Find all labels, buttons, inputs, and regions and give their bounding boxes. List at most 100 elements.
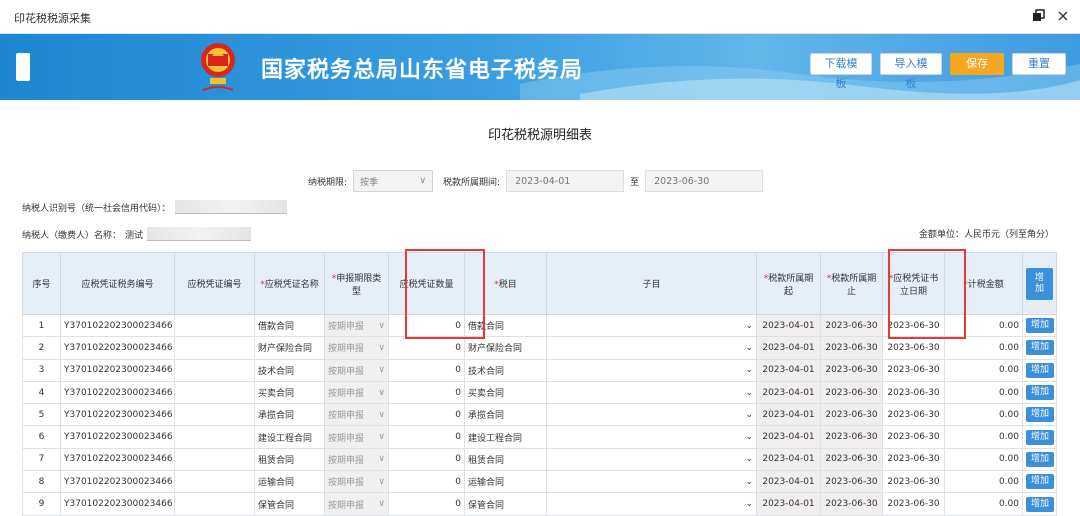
row-tax-item[interactable]: 保管合同 bbox=[464, 492, 547, 516]
row-tax-item[interactable]: 技术合同 bbox=[464, 358, 547, 382]
row-period-end[interactable]: 2023-06-30 bbox=[820, 470, 883, 494]
end-date-field[interactable]: 2023-06-30 bbox=[645, 170, 764, 192]
row-declare-type-select[interactable]: 按期申报 ∨ bbox=[324, 492, 389, 516]
row-voucher-tax-no[interactable]: Y370102202300023466 bbox=[60, 358, 175, 382]
row-voucher-qty[interactable]: 0 bbox=[388, 470, 465, 494]
row-sub-item-select[interactable]: ⌄ bbox=[546, 470, 757, 494]
row-voucher-date[interactable]: 2023-06-30 bbox=[882, 447, 945, 472]
row-tax-item[interactable]: 借款合同 bbox=[464, 313, 547, 338]
row-voucher-date[interactable]: 2023-06-30 bbox=[882, 425, 945, 449]
row-voucher-qty[interactable]: 0 bbox=[388, 403, 465, 427]
add-row-button[interactable]: 增加 bbox=[1026, 496, 1055, 512]
row-voucher-tax-no[interactable]: Y370102202300023466 bbox=[60, 336, 175, 360]
row-declare-type-select[interactable]: 按期申报 ∨ bbox=[324, 380, 389, 405]
row-period-start[interactable]: 2023-04-01 bbox=[756, 447, 821, 472]
row-tax-item[interactable]: 租赁合同 bbox=[464, 447, 547, 472]
row-declare-type-select[interactable]: 按期申报 ∨ bbox=[324, 447, 389, 472]
row-tax-amount[interactable]: 0.00 bbox=[944, 313, 1023, 338]
add-row-button[interactable]: 增加 bbox=[1026, 385, 1055, 401]
add-row-button[interactable]: 增加 bbox=[1026, 340, 1055, 356]
row-period-start[interactable]: 2023-04-01 bbox=[756, 470, 821, 494]
row-voucher-date[interactable]: 2023-06-30 bbox=[882, 470, 945, 494]
row-period-start[interactable]: 2023-04-01 bbox=[756, 425, 821, 449]
row-voucher-name[interactable]: 财产保险合同 bbox=[254, 336, 325, 360]
row-voucher-no[interactable] bbox=[174, 447, 255, 472]
add-row-button[interactable]: 增加 bbox=[1026, 362, 1055, 378]
reset-button[interactable]: 重置 bbox=[1012, 53, 1066, 75]
row-period-end[interactable]: 2023-06-30 bbox=[820, 447, 883, 472]
row-voucher-tax-no[interactable]: Y370102202300023466 bbox=[60, 425, 175, 449]
row-period-end[interactable]: 2023-06-30 bbox=[820, 380, 883, 405]
row-voucher-qty[interactable]: 0 bbox=[388, 313, 465, 338]
row-period-end[interactable]: 2023-06-30 bbox=[820, 313, 883, 338]
row-tax-item[interactable]: 财产保险合同 bbox=[464, 336, 547, 360]
restore-icon[interactable] bbox=[1032, 9, 1046, 23]
row-sub-item-select[interactable]: ⌄ bbox=[546, 336, 757, 360]
row-period-end[interactable]: 2023-06-30 bbox=[820, 425, 883, 449]
row-tax-amount[interactable]: 0.00 bbox=[944, 492, 1023, 516]
row-tax-amount[interactable]: 0.00 bbox=[944, 470, 1023, 494]
row-declare-type-select[interactable]: 按期申报 ∨ bbox=[324, 403, 389, 427]
row-tax-item[interactable]: 承揽合同 bbox=[464, 403, 547, 427]
add-row-button[interactable]: 增加 bbox=[1026, 474, 1055, 490]
row-sub-item-select[interactable]: ⌄ bbox=[546, 492, 757, 516]
start-date-field[interactable]: 2023-04-01 bbox=[506, 170, 625, 192]
import-template-button[interactable]: 导入模板 bbox=[880, 53, 942, 90]
row-tax-amount[interactable]: 0.00 bbox=[944, 380, 1023, 405]
add-row-header-button[interactable]: 增加 bbox=[1026, 267, 1054, 300]
row-period-end[interactable]: 2023-06-30 bbox=[820, 492, 883, 516]
taxpayer-id-field[interactable] bbox=[174, 200, 287, 214]
row-period-start[interactable]: 2023-04-01 bbox=[756, 403, 821, 427]
row-voucher-tax-no[interactable]: Y370102202300023466 bbox=[60, 447, 175, 472]
row-voucher-tax-no[interactable]: Y370102202300023466 bbox=[60, 470, 175, 494]
row-voucher-tax-no[interactable]: Y370102202300023466 bbox=[60, 403, 175, 427]
row-period-end[interactable]: 2023-06-30 bbox=[820, 336, 883, 360]
row-period-end[interactable]: 2023-06-30 bbox=[820, 358, 883, 382]
row-tax-item[interactable]: 建设工程合同 bbox=[464, 425, 547, 449]
row-voucher-no[interactable] bbox=[174, 403, 255, 427]
row-voucher-no[interactable] bbox=[174, 425, 255, 449]
taxpayer-name-field[interactable] bbox=[147, 227, 252, 241]
row-period-start[interactable]: 2023-04-01 bbox=[756, 492, 821, 516]
row-sub-item-select[interactable]: ⌄ bbox=[546, 313, 757, 338]
row-declare-type-select[interactable]: 按期申报 ∨ bbox=[324, 425, 389, 449]
row-voucher-tax-no[interactable]: Y370102202300023466 bbox=[60, 380, 175, 405]
row-sub-item-select[interactable]: ⌄ bbox=[546, 380, 757, 405]
row-tax-amount[interactable]: 0.00 bbox=[944, 358, 1023, 382]
row-declare-type-select[interactable]: 按期申报 ∨ bbox=[324, 470, 389, 494]
add-row-button[interactable]: 增加 bbox=[1026, 407, 1055, 423]
row-voucher-qty[interactable]: 0 bbox=[388, 336, 465, 360]
row-voucher-qty[interactable]: 0 bbox=[388, 380, 465, 405]
row-declare-type-select[interactable]: 按期申报 ∨ bbox=[324, 336, 389, 360]
row-period-start[interactable]: 2023-04-01 bbox=[756, 313, 821, 338]
row-period-start[interactable]: 2023-04-01 bbox=[756, 336, 821, 360]
add-row-button[interactable]: 增加 bbox=[1026, 429, 1055, 445]
row-voucher-qty[interactable]: 0 bbox=[388, 447, 465, 472]
menu-toggle-button[interactable] bbox=[16, 53, 30, 81]
row-voucher-no[interactable] bbox=[174, 470, 255, 494]
row-voucher-no[interactable] bbox=[174, 492, 255, 516]
row-voucher-name[interactable]: 保管合同 bbox=[254, 492, 325, 516]
row-tax-amount[interactable]: 0.00 bbox=[944, 403, 1023, 427]
row-voucher-name[interactable]: 技术合同 bbox=[254, 358, 325, 382]
row-voucher-no[interactable] bbox=[174, 380, 255, 405]
row-tax-amount[interactable]: 0.00 bbox=[944, 336, 1023, 360]
row-sub-item-select[interactable]: ⌄ bbox=[546, 403, 757, 427]
row-voucher-qty[interactable]: 0 bbox=[388, 425, 465, 449]
row-sub-item-select[interactable]: ⌄ bbox=[546, 447, 757, 472]
row-voucher-date[interactable]: 2023-06-30 bbox=[882, 358, 945, 382]
row-tax-item[interactable]: 买卖合同 bbox=[464, 380, 547, 405]
period-select[interactable]: 按季 ∨ bbox=[353, 170, 434, 192]
row-sub-item-select[interactable]: ⌄ bbox=[546, 425, 757, 449]
row-voucher-no[interactable] bbox=[174, 358, 255, 382]
row-voucher-tax-no[interactable]: Y370102202300023466 bbox=[60, 313, 175, 338]
row-voucher-tax-no[interactable]: Y370102202300023466 bbox=[60, 492, 175, 516]
row-sub-item-select[interactable]: ⌄ bbox=[546, 358, 757, 382]
row-tax-item[interactable]: 运输合同 bbox=[464, 470, 547, 494]
row-period-end[interactable]: 2023-06-30 bbox=[820, 403, 883, 427]
row-voucher-date[interactable]: 2023-06-30 bbox=[882, 380, 945, 405]
close-icon[interactable] bbox=[1056, 9, 1070, 23]
row-voucher-name[interactable]: 承揽合同 bbox=[254, 403, 325, 427]
row-voucher-date[interactable]: 2023-06-30 bbox=[882, 336, 945, 360]
row-voucher-no[interactable] bbox=[174, 336, 255, 360]
